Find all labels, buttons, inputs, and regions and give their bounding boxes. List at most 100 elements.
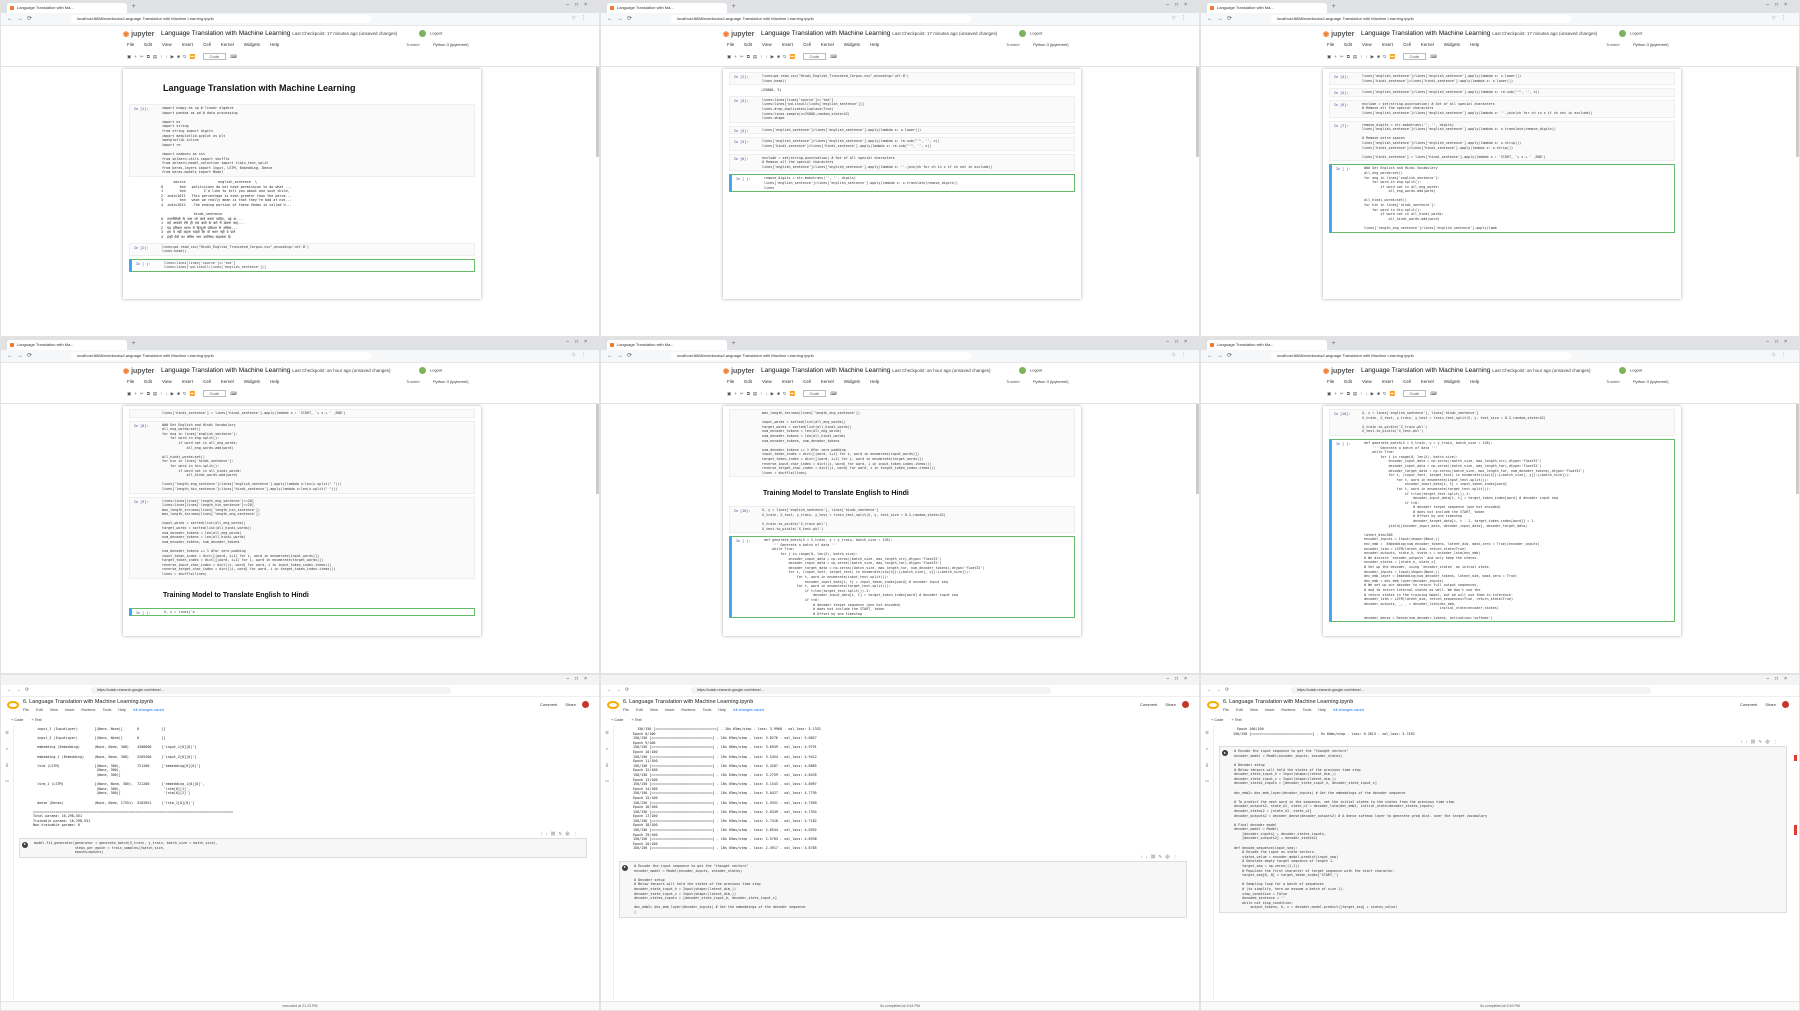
notebook-title-text[interactable]: Language Translation with Machine Learni… (761, 30, 890, 37)
menu-item-widgets[interactable]: Widgets (244, 42, 260, 47)
menu-item-insert[interactable]: Insert (665, 708, 675, 712)
new-tab-icon[interactable]: + (732, 340, 736, 348)
menu-item-view[interactable]: View (762, 379, 772, 384)
files-icon[interactable]: ▭ (601, 773, 613, 789)
menu-item-view[interactable]: View (1250, 708, 1258, 712)
cell-code[interactable]: lines=lines[lines['source']=='ted'] line… (164, 261, 474, 270)
browser-tab[interactable]: Language Translation with Ma... (1207, 3, 1327, 13)
code-cell[interactable]: In [8]: ### Get English and Hindi Vocabul… (129, 420, 475, 494)
cell-code[interactable]: remove_digits = str.maketrans('', '', di… (764, 176, 1074, 190)
cell-code[interactable]: def generate_batch(X = X_train, y = y_tr… (1364, 441, 1674, 620)
code-cell[interactable]: In [5]: lines['english_sentence']=lines['… (1329, 88, 1675, 97)
kernel-name[interactable]: Python 3 (ipykernel) (1033, 379, 1069, 384)
menu-item-edit[interactable]: Edit (36, 708, 43, 712)
code-cell[interactable]: max_length_tar=max(lines['length_eng_sen… (729, 409, 1075, 478)
cell-code[interactable]: exclude = set(string.punctuation) # Set … (762, 156, 1074, 170)
kernel-name[interactable]: Python 3 (ipykernel) (1633, 379, 1669, 384)
logout-area[interactable]: Logout (419, 367, 442, 374)
menu-item-view[interactable]: View (50, 708, 58, 712)
nav-arrows-icon[interactable]: ←→⟳ (607, 352, 636, 359)
trusted-indicator[interactable]: Trusted (406, 379, 419, 384)
share-button[interactable]: Share (1165, 702, 1176, 707)
browser-tab[interactable]: Language Translation with Ma... (1207, 340, 1327, 350)
fast-forward-icon[interactable]: ⏩ (790, 54, 799, 59)
nav-arrows-icon[interactable]: ←→⟳ (1207, 687, 1233, 693)
browser-tab[interactable]: Language Translation with Ma... (7, 340, 127, 350)
notebook-title[interactable]: Language Translation with Machine Learni… (1361, 367, 1591, 374)
code-cell[interactable]: In [2]: lines=pd.read_csv("Hindi_English_… (129, 242, 475, 256)
url-input[interactable]: https://colab.research.google.com/drive/… (1291, 687, 1651, 694)
menu-item-insert[interactable]: Insert (182, 42, 193, 47)
menu-item-view[interactable]: View (162, 379, 172, 384)
logout-area[interactable]: Logout (1019, 367, 1042, 374)
browser-tab[interactable]: Language Translation with Ma... (7, 3, 127, 13)
browser-tab[interactable]: Language Translation with Ma... (607, 340, 727, 350)
notebook-title[interactable]: Language Translation with Machine Learni… (761, 30, 997, 37)
active-code-cell[interactable]: In [ ]: def generate_batch(X = X_train, y… (1329, 438, 1675, 623)
code-cell[interactable]: In [6]: exclude = set(string.punctuation)… (1329, 99, 1675, 118)
scrollbar[interactable] (1196, 404, 1199, 494)
browser-tab[interactable]: Language Translation with Ma... (607, 3, 727, 13)
menu-item-file[interactable]: File (1223, 708, 1229, 712)
code-cell[interactable]: ↑↓⛓✎⚙⋮ model.fit_generator(generator = ge… (19, 831, 587, 858)
menu-item-cell[interactable]: Cell (203, 42, 211, 47)
logout-button[interactable]: Logout (1030, 368, 1042, 373)
active-code-cell[interactable]: In [ ]: ### Get English and Hindi Vocabul… (1329, 164, 1675, 233)
cell-code[interactable]: lines=lines[lines['source']=='ted'] line… (762, 98, 1074, 121)
menu-item-file[interactable]: File (623, 708, 629, 712)
save-status[interactable]: All changes saved (1333, 708, 1364, 712)
jupyter-logo-icon[interactable]: ◉ jupyter (723, 367, 754, 375)
cell-code[interactable]: X, y = lines['e (164, 610, 474, 615)
add-text-button[interactable]: + Text (631, 718, 641, 722)
menu-item-runtime[interactable]: Runtime (681, 708, 695, 712)
fast-forward-icon[interactable]: ⏩ (1390, 391, 1399, 396)
menu-item-cell[interactable]: Cell (1403, 42, 1411, 47)
menu-item-kernel[interactable]: Kernel (221, 42, 234, 47)
files-icon[interactable]: ▭ (1, 773, 13, 789)
window-controls-icon[interactable]: –□× (566, 339, 593, 345)
menu-item-insert[interactable]: Insert (1265, 708, 1275, 712)
cell-code[interactable]: X, y = lines['english_sentence'], lines[… (1362, 411, 1674, 434)
new-tab-icon[interactable]: + (1332, 340, 1336, 348)
code-snippets-icon[interactable]: {} (1201, 757, 1213, 773)
cell-type-select[interactable]: Code (1402, 390, 1427, 397)
toc-icon[interactable]: ☰ (601, 725, 613, 741)
add-code-button[interactable]: + Code (1211, 718, 1223, 722)
avatar[interactable] (1182, 701, 1189, 708)
nav-arrows-icon[interactable]: ←→⟳ (7, 352, 36, 359)
menu-item-kernel[interactable]: Kernel (821, 379, 834, 384)
menu-item-runtime[interactable]: Runtime (81, 708, 95, 712)
active-code-cell[interactable]: In [ ]: def generate_batch(X = X_train, y… (729, 536, 1075, 619)
window-controls-icon[interactable]: –□× (1166, 2, 1193, 8)
cell-code[interactable]: lines['english_sentence']=lines['english… (762, 128, 1074, 133)
code-snippets-icon[interactable]: {} (1, 757, 13, 773)
cell-code[interactable]: remove_digits = str.maketrans('', '', di… (1362, 123, 1674, 160)
cell-code[interactable]: ### Get English and Hindi Vocabulary all… (162, 423, 474, 492)
trusted-indicator[interactable]: Trusted (1606, 42, 1619, 47)
menu-item-view[interactable]: View (1362, 379, 1372, 384)
logout-button[interactable]: Logout (430, 31, 442, 36)
logout-area[interactable]: Logout (1619, 367, 1642, 374)
scrollbar[interactable] (1796, 67, 1799, 157)
keyboard-icon[interactable]: ⌨ (830, 391, 840, 396)
url-input[interactable]: localhost:8888/notebooks/Language Transl… (71, 15, 371, 23)
code-cell[interactable]: ↑↓⛓✎⚙⋮ # Encode the input sequence to get… (1219, 739, 1787, 913)
menu-item-cell[interactable]: Cell (203, 379, 211, 384)
add-code-button[interactable]: + Code (11, 718, 23, 722)
url-input[interactable]: localhost:8888/notebooks/Language Transl… (671, 15, 971, 23)
cell-type-select[interactable]: Code (1402, 53, 1427, 60)
jupyter-logo-icon[interactable]: ◉ jupyter (1323, 367, 1354, 375)
cell-code[interactable]: # Encode the input sequence to get the "… (634, 864, 1182, 915)
restart-icon[interactable]: ↻ (783, 391, 790, 396)
logout-button[interactable]: Logout (1630, 31, 1642, 36)
restart-icon[interactable]: ↻ (1383, 391, 1390, 396)
kernel-name[interactable]: Python 3 (ipykernel) (1033, 42, 1069, 47)
trusted-indicator[interactable]: Trusted (1006, 42, 1019, 47)
code-cell[interactable]: In [5]: lines['english_sentence']=lines['… (729, 137, 1075, 151)
notebook-title-text[interactable]: Language Translation with Machine Learni… (161, 367, 290, 374)
nav-arrows-icon[interactable]: ←→⟳ (607, 687, 633, 693)
menu-item-insert[interactable]: Insert (182, 379, 193, 384)
menu-item-file[interactable]: File (127, 42, 134, 47)
files-icon[interactable]: ▭ (1201, 773, 1213, 789)
notebook-title[interactable]: Language Translation with Machine Learni… (161, 367, 391, 374)
